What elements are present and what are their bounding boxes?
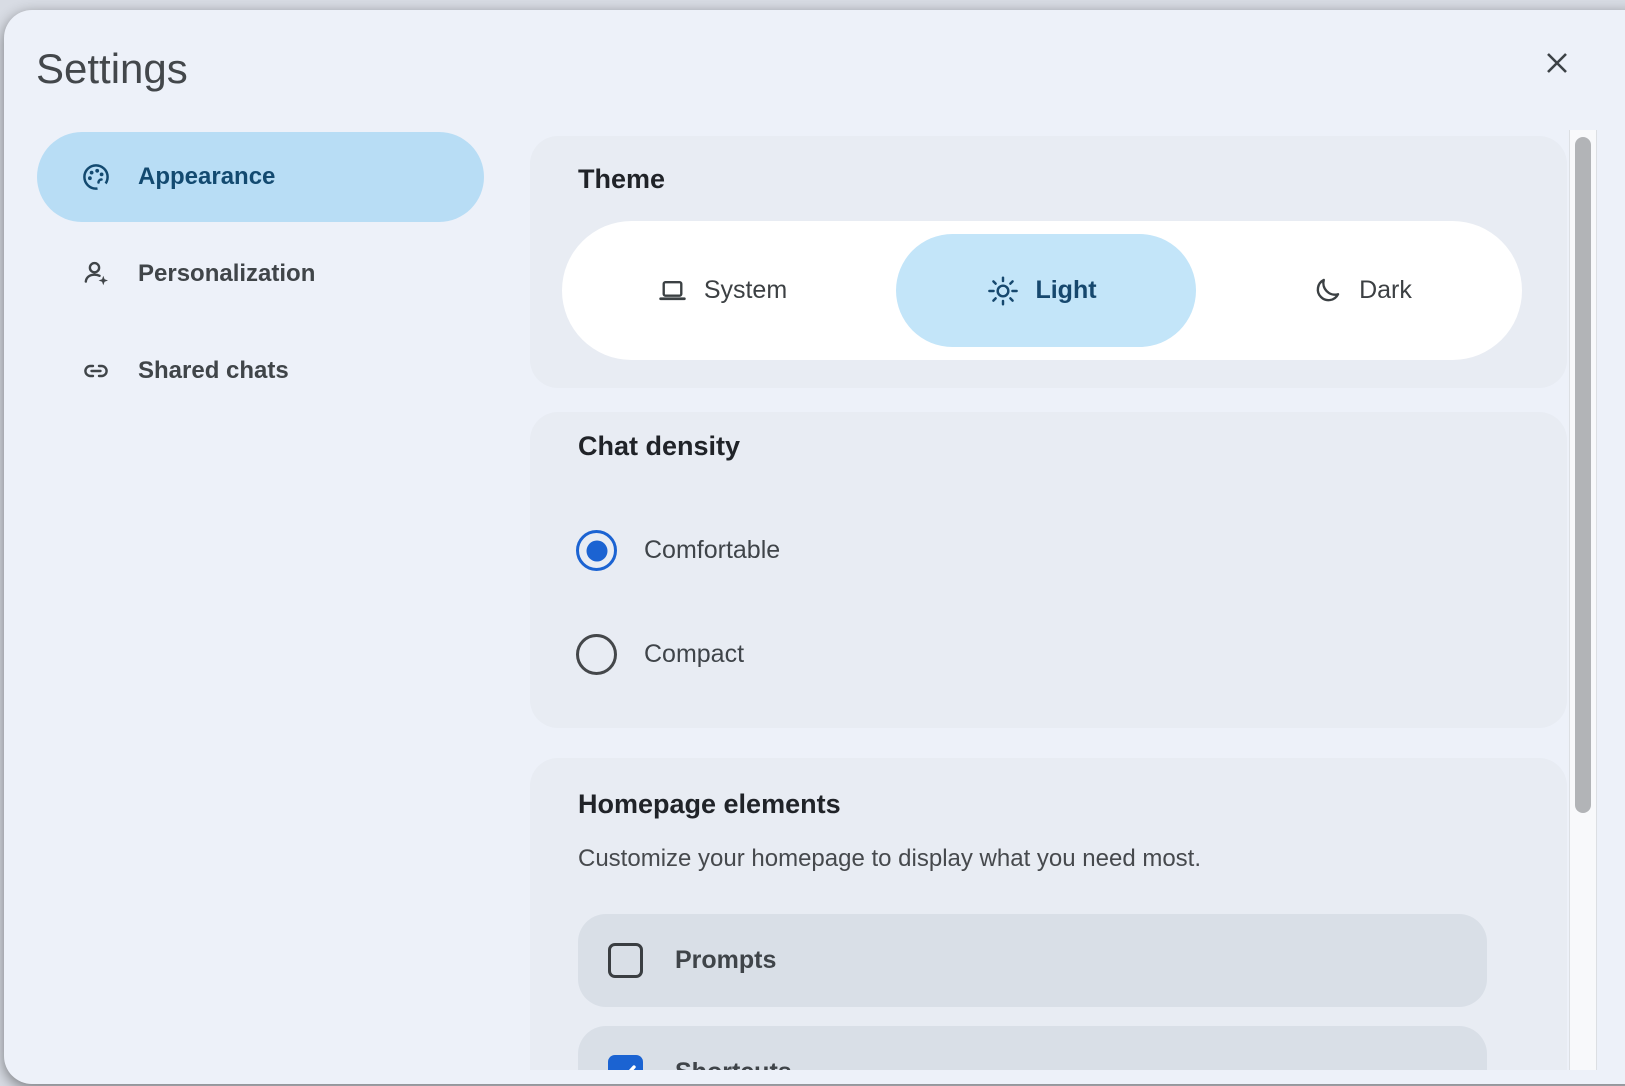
checkbox-unchecked-icon — [608, 943, 643, 978]
checkbox-label: Shortcuts — [675, 1058, 792, 1070]
link-icon — [81, 356, 111, 386]
theme-segmented-control: System Lig — [562, 221, 1522, 360]
theme-option-light[interactable]: Light — [882, 221, 1202, 360]
radio-label: Compact — [644, 640, 744, 669]
sidebar-item-personalization[interactable]: Personalization — [37, 229, 484, 319]
person-sparkle-icon — [81, 259, 111, 289]
chat-density-section: Chat density Comfortable Compact — [530, 412, 1567, 728]
homepage-item-prompts[interactable]: Prompts — [578, 914, 1487, 1007]
checkbox-checked-icon — [608, 1055, 643, 1070]
density-option-comfortable[interactable]: Comfortable — [576, 530, 780, 571]
theme-option-label: Light — [1035, 276, 1096, 305]
radio-unselected-icon — [576, 634, 617, 675]
radio-label: Comfortable — [644, 536, 780, 565]
scrollbar-track[interactable] — [1569, 130, 1597, 1070]
theme-section-title: Theme — [578, 164, 665, 195]
close-button[interactable] — [1532, 38, 1582, 88]
sidebar-item-label: Personalization — [138, 260, 315, 288]
palette-icon — [81, 162, 111, 192]
settings-dialog: Settings Appearance — [4, 10, 1625, 1084]
homepage-elements-title: Homepage elements — [578, 789, 841, 820]
sidebar-item-appearance[interactable]: Appearance — [37, 132, 484, 222]
density-option-compact[interactable]: Compact — [576, 634, 744, 675]
homepage-elements-description: Customize your homepage to display what … — [578, 844, 1201, 874]
sidebar-item-shared-chats[interactable]: Shared chats — [37, 326, 484, 416]
theme-option-system[interactable]: System — [562, 221, 882, 360]
settings-content: Theme System — [530, 130, 1567, 1070]
chat-density-title: Chat density — [578, 431, 740, 462]
dialog-title: Settings — [36, 44, 188, 94]
sidebar-item-label: Appearance — [138, 163, 275, 191]
homepage-elements-section: Homepage elements Customize your homepag… — [530, 758, 1567, 1070]
homepage-item-shortcuts[interactable]: Shortcuts — [578, 1026, 1487, 1070]
close-icon — [1542, 48, 1572, 78]
checkbox-label: Prompts — [675, 946, 776, 975]
sun-icon — [987, 275, 1019, 307]
moon-icon — [1312, 275, 1343, 306]
theme-option-dark[interactable]: Dark — [1202, 221, 1522, 360]
scrollbar-thumb[interactable] — [1575, 137, 1591, 813]
sidebar-item-label: Shared chats — [138, 357, 289, 385]
laptop-icon — [657, 275, 688, 306]
theme-option-label: System — [704, 276, 787, 305]
theme-option-label: Dark — [1359, 276, 1412, 305]
settings-nav: Appearance Personalization Shared ch — [37, 132, 484, 423]
radio-selected-icon — [576, 530, 617, 571]
theme-section: Theme System — [530, 136, 1567, 388]
